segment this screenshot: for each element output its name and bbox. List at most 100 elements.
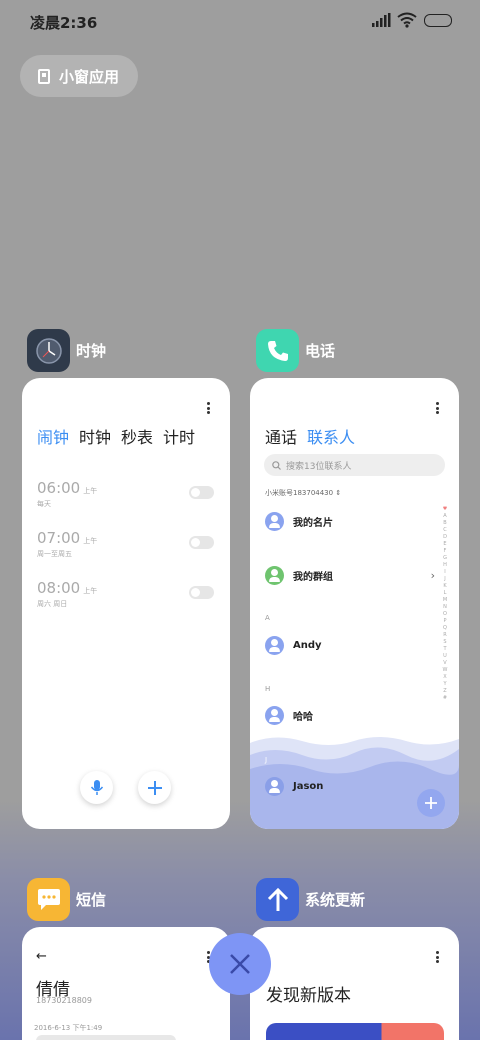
alphabet-index-letter[interactable]: C (442, 527, 448, 534)
alphabet-index-letter[interactable]: Q (442, 625, 448, 632)
alphabet-index-letter[interactable]: U (442, 653, 448, 660)
account-selector[interactable]: 小米账号183704430 ⇕ (265, 488, 341, 498)
alarm-item[interactable]: 08:00 上午 周六 周日 (37, 578, 217, 618)
alphabet-index-letter[interactable]: I (442, 569, 448, 576)
alphabet-index-letter[interactable]: E (442, 541, 448, 548)
wifi-icon (397, 12, 417, 28)
tab-alarm[interactable]: 闹钟 (37, 424, 69, 448)
alphabet-index-letter[interactable]: ♥ (442, 506, 448, 513)
contact-row[interactable]: Jason (265, 777, 323, 796)
avatar (265, 706, 284, 725)
tab-stopwatch[interactable]: 秒表 (121, 424, 153, 448)
alphabet-index-letter[interactable]: T (442, 646, 448, 653)
alphabet-index-letter[interactable]: B (442, 520, 448, 527)
alarm-toggle[interactable] (189, 586, 214, 599)
contact-name: Andy (293, 640, 322, 651)
alphabet-index-letter[interactable]: M (442, 597, 448, 604)
contact-row[interactable]: 哈哈 (265, 706, 313, 725)
more-menu-icon[interactable] (207, 402, 210, 414)
update-headline: 发现新版本 (266, 986, 351, 1006)
alphabet-index-letter[interactable]: P (442, 618, 448, 625)
alphabet-index-letter[interactable]: J (442, 576, 448, 583)
my-card-row[interactable]: 我的名片 (265, 512, 333, 531)
alarm-toggle[interactable] (189, 536, 214, 549)
tab-contacts[interactable]: 联系人 (307, 424, 355, 448)
my-groups-row[interactable]: 我的群组 › (265, 566, 435, 585)
alarm-toggle[interactable] (189, 486, 214, 499)
more-menu-icon[interactable] (436, 951, 439, 963)
alarm-time: 07:00 (37, 529, 81, 547)
small-window-apps-button[interactable]: 小窗应用 (20, 55, 138, 97)
message-bubble (36, 1035, 176, 1040)
contact-row[interactable]: Andy (265, 636, 322, 655)
clear-all-button[interactable] (209, 933, 271, 995)
tab-calls[interactable]: 通话 (265, 424, 297, 448)
alphabet-index-letter[interactable]: A (442, 513, 448, 520)
voice-alarm-button[interactable] (80, 771, 113, 804)
alphabet-index-letter[interactable]: H (442, 562, 448, 569)
alarm-repeat: 周六 周日 (37, 600, 68, 608)
contact-search-input[interactable]: 搜索13位联系人 (264, 454, 445, 476)
alarm-item[interactable]: 07:00 上午 周一至周五 (37, 528, 217, 568)
messages-app-icon (27, 878, 70, 921)
alphabet-index[interactable]: ♥ A B C D E F G H I J K L M N O P Q R S T U V W X Y Z # (442, 506, 448, 702)
tab-clock[interactable]: 时钟 (79, 424, 111, 448)
alphabet-index-letter[interactable]: N (442, 604, 448, 611)
alphabet-index-letter[interactable]: Z (442, 688, 448, 695)
contact-name: Jason (293, 781, 324, 792)
alarm-ampm: 上午 (83, 487, 98, 495)
alphabet-index-letter[interactable]: R (442, 632, 448, 639)
search-placeholder: 搜索13位联系人 (286, 461, 352, 472)
update-card[interactable]: 发现新版本 (250, 927, 459, 1040)
add-contact-button[interactable] (417, 789, 445, 817)
alphabet-index-letter[interactable]: Y (442, 681, 448, 688)
alphabet-index-letter[interactable]: S (442, 639, 448, 646)
small-window-icon (38, 68, 50, 84)
update-app-name: 系统更新 (305, 891, 366, 909)
alphabet-index-letter[interactable]: O (442, 611, 448, 618)
alphabet-index-letter[interactable]: V (442, 660, 448, 667)
clock-card[interactable]: 闹钟 时钟 秒表 计时 06:00 上午 每天 07:00 上午 周一至周五 08:… (22, 378, 230, 829)
avatar (265, 636, 284, 655)
more-menu-icon[interactable] (436, 402, 439, 414)
alarm-repeat: 周一至周五 (37, 550, 72, 558)
update-app-header: 系统更新 (256, 878, 365, 921)
clock-tabs: 闹钟 时钟 秒表 计时 (37, 424, 195, 448)
phone-card[interactable]: 通话 联系人 搜索13位联系人 小米账号183704430 ⇕ 我的名片 我的群… (250, 378, 459, 829)
battery-icon (424, 14, 452, 27)
phone-app-header: 电话 (256, 329, 335, 372)
alarm-ampm: 上午 (83, 587, 98, 595)
search-icon (272, 460, 281, 470)
tab-timer[interactable]: 计时 (163, 424, 195, 448)
phone-app-name: 电话 (305, 342, 336, 360)
clock-app-name: 时钟 (76, 342, 107, 360)
update-app-icon (256, 878, 299, 921)
alarm-item[interactable]: 06:00 上午 每天 (37, 478, 217, 518)
status-time: 凌晨2:36 (30, 14, 98, 32)
conversation-number: 18730218809 (36, 996, 92, 1005)
add-alarm-button[interactable] (138, 771, 171, 804)
status-bar: 凌晨2:36 (0, 0, 480, 42)
plus-icon (147, 780, 162, 795)
microphone-icon (90, 779, 103, 795)
alphabet-index-letter[interactable]: # (442, 695, 448, 702)
alarm-repeat: 每天 (37, 500, 51, 508)
alphabet-index-letter[interactable]: F (442, 548, 448, 555)
clock-app-icon (27, 329, 70, 372)
phone-app-icon (256, 329, 299, 372)
group-avatar (265, 566, 284, 585)
alphabet-index-letter[interactable]: K (442, 583, 448, 590)
cellular-signal-icon (372, 13, 391, 27)
close-icon (230, 954, 250, 974)
alphabet-index-letter[interactable]: W (442, 667, 448, 674)
back-arrow-icon[interactable]: ← (36, 949, 47, 964)
contact-name: 我的名片 (293, 518, 333, 529)
clock-app-header: 时钟 (27, 329, 106, 372)
alphabet-index-letter[interactable]: L (442, 590, 448, 597)
messages-card[interactable]: ← 倩倩 18730218809 2016-6-13 下午1:49 (22, 927, 230, 1040)
alphabet-index-letter[interactable]: X (442, 674, 448, 681)
section-letter: A (265, 614, 270, 622)
alphabet-index-letter[interactable]: G (442, 555, 448, 562)
contact-name: 我的群组 (293, 572, 333, 583)
alphabet-index-letter[interactable]: D (442, 534, 448, 541)
